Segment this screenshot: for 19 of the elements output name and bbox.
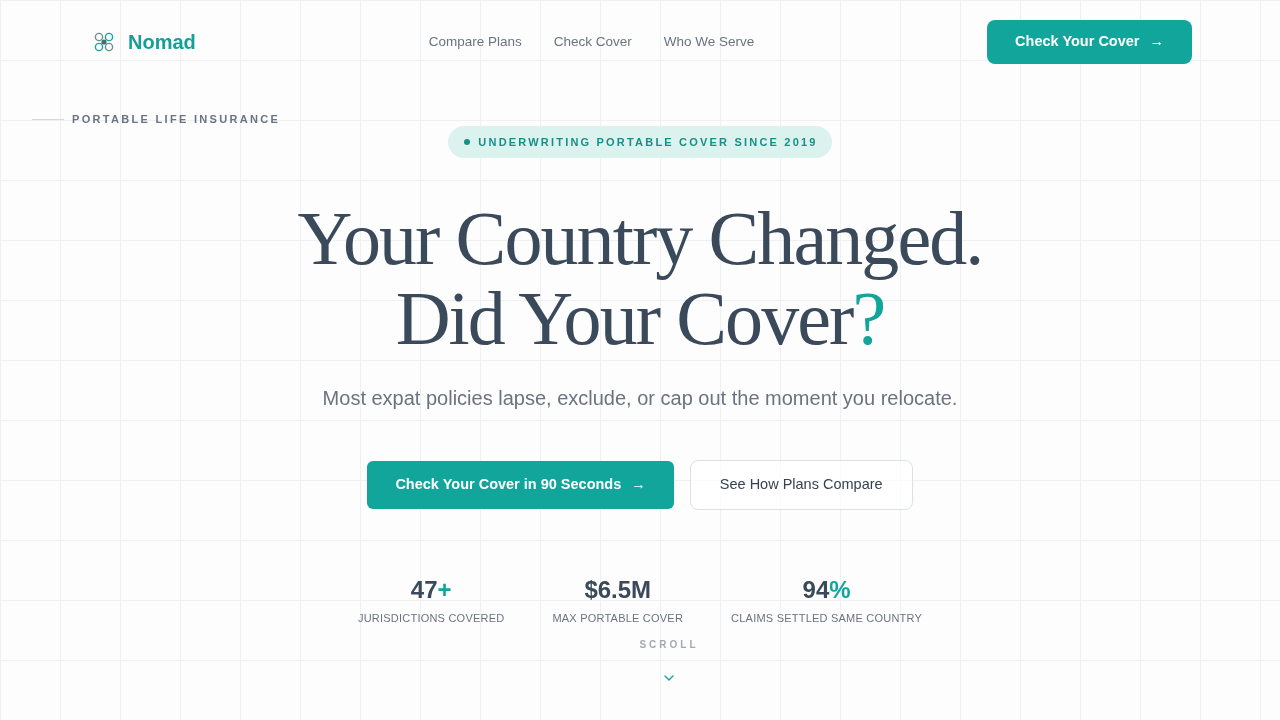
- logo-icon: [94, 32, 114, 52]
- primary-cta-button[interactable]: Check Your Cover in 90 Seconds →: [367, 461, 674, 509]
- scroll-label: SCROLL: [639, 638, 699, 652]
- nav-link[interactable]: Check Cover: [553, 32, 632, 52]
- secondary-cta-button[interactable]: See How Plans Compare: [689, 460, 913, 510]
- nav-link[interactable]: Compare Plans: [428, 32, 522, 52]
- stat-value: $6.5M: [584, 575, 652, 605]
- eyebrow-label: PORTABLE LIFE INSURANCE: [72, 113, 281, 125]
- brand-name[interactable]: Nomad: [128, 30, 196, 54]
- headline: Your Country Changed. Did Your Cover?: [297, 198, 983, 358]
- badge: UNDERWRITING PORTABLE COVER SINCE 2019: [448, 126, 832, 158]
- stat-value: 94%: [802, 575, 851, 605]
- subheadline: Most expat policies lapse, exclude, or cap out the moment you relocate.: [322, 386, 958, 411]
- stat-label: MAX PORTABLE COVER: [552, 611, 684, 626]
- stat-value: 47+: [410, 575, 452, 605]
- stat-label: JURISDICTIONS COVERED: [357, 611, 505, 626]
- stat-label: CLAIMS SETTLED SAME COUNTRY: [731, 611, 923, 626]
- check-cover-button[interactable]: Check Your Cover →: [987, 20, 1192, 64]
- nav-link[interactable]: Who We Serve: [663, 32, 755, 52]
